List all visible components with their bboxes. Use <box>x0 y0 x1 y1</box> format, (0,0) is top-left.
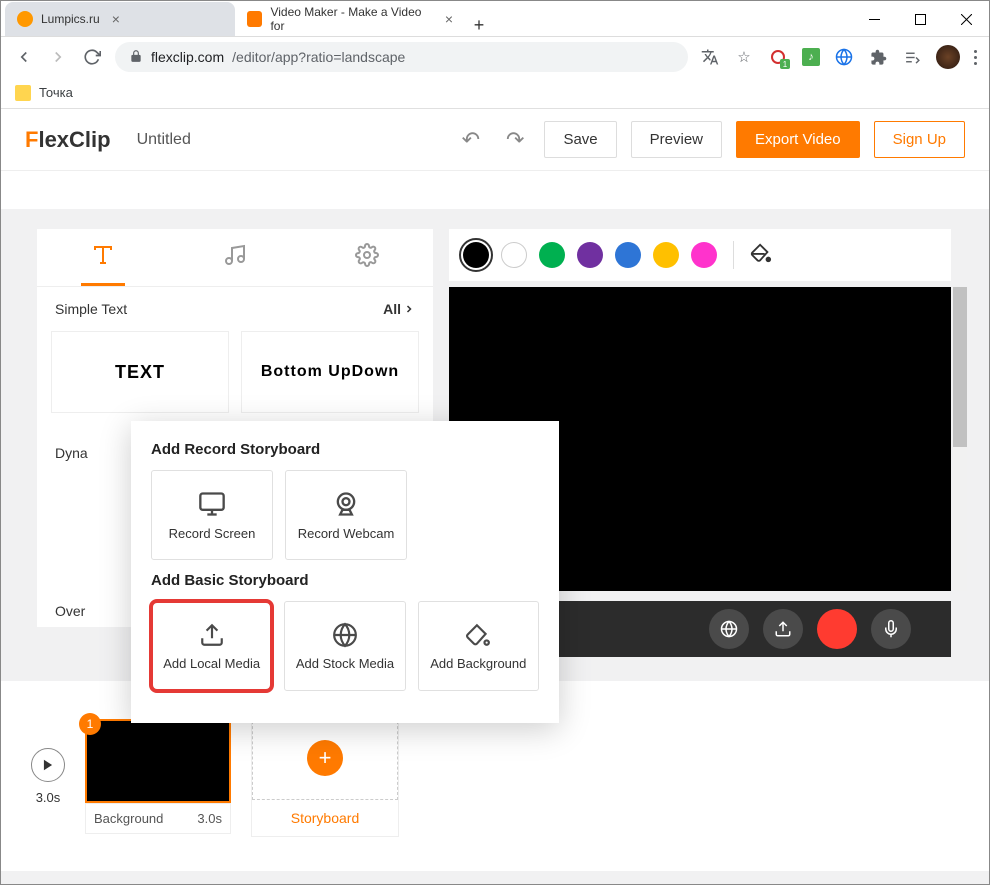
favicon-icon <box>17 11 33 27</box>
url-host: flexclip.com <box>151 49 224 65</box>
add-background-button[interactable]: Add Background <box>418 601 539 691</box>
redo-button[interactable]: ↷ <box>500 121 530 159</box>
total-duration: 3.0s <box>36 790 61 805</box>
clip-number-badge: 1 <box>79 713 101 735</box>
add-storyboard[interactable]: + Storyboard <box>251 715 399 837</box>
lock-icon <box>129 49 143 66</box>
save-button[interactable]: Save <box>544 121 616 158</box>
folder-icon <box>15 85 31 101</box>
tab-music[interactable] <box>195 231 275 285</box>
see-all-link[interactable]: All <box>383 301 415 317</box>
tab-settings[interactable] <box>327 231 407 285</box>
color-swatch[interactable] <box>501 242 527 268</box>
color-swatch[interactable] <box>615 242 641 268</box>
clip-name: Background <box>94 811 163 826</box>
timeline-clip[interactable]: 1 Background 3.0s <box>85 719 231 834</box>
fill-icon[interactable] <box>750 242 772 269</box>
star-icon[interactable]: ☆ <box>734 47 754 67</box>
url-path: /editor/app?ratio=landscape <box>232 49 405 65</box>
extension-icon[interactable]: ♪ <box>802 48 820 66</box>
add-local-media-button[interactable]: Add Local Media <box>151 601 272 691</box>
browser-tab[interactable]: Lumpics.ru × <box>5 2 235 36</box>
address-bar[interactable]: flexclip.com/editor/app?ratio=landscape <box>115 42 688 72</box>
close-tab-icon[interactable]: × <box>112 11 120 27</box>
maximize-button[interactable] <box>897 1 943 37</box>
color-swatch[interactable] <box>577 242 603 268</box>
plus-icon: + <box>307 740 343 776</box>
popup-heading: Add Record Storyboard <box>151 441 539 458</box>
new-tab-button[interactable]: + <box>465 15 493 36</box>
color-swatch[interactable] <box>653 242 679 268</box>
bookmark-item[interactable]: Точка <box>39 85 73 100</box>
export-button[interactable]: Export Video <box>736 121 860 158</box>
record-webcam-button[interactable]: Record Webcam <box>285 470 407 560</box>
close-tab-icon[interactable]: × <box>445 11 453 27</box>
storyboard-label: Storyboard <box>291 810 359 826</box>
color-swatch[interactable] <box>463 242 489 268</box>
scrollbar[interactable] <box>953 287 967 591</box>
mic-button[interactable] <box>871 609 911 649</box>
web-button[interactable] <box>709 609 749 649</box>
color-swatch[interactable] <box>539 242 565 268</box>
extensions-icon[interactable] <box>868 47 888 67</box>
reload-button[interactable] <box>81 46 103 68</box>
clip-duration: 3.0s <box>197 811 222 826</box>
profile-avatar[interactable] <box>936 45 960 69</box>
extension-icon[interactable]: 1 <box>768 47 788 67</box>
undo-button[interactable]: ↶ <box>456 121 486 159</box>
close-window-button[interactable] <box>943 1 989 37</box>
upload-button[interactable] <box>763 609 803 649</box>
add-stock-media-button[interactable]: Add Stock Media <box>284 601 405 691</box>
reading-list-icon[interactable] <box>902 47 922 67</box>
popup-heading: Add Basic Storyboard <box>151 572 539 589</box>
logo[interactable]: FlexClip <box>25 127 111 153</box>
favicon-icon <box>247 11 262 27</box>
menu-icon[interactable] <box>974 50 977 65</box>
play-button[interactable] <box>31 748 65 782</box>
project-name[interactable]: Untitled <box>137 131 191 149</box>
extension-icon[interactable] <box>834 47 854 67</box>
divider <box>733 241 734 269</box>
color-swatch[interactable] <box>691 242 717 268</box>
back-button[interactable] <box>13 46 35 68</box>
signup-button[interactable]: Sign Up <box>874 121 965 158</box>
tab-text[interactable] <box>63 231 143 285</box>
browser-tab[interactable]: Video Maker - Make a Video for × <box>235 2 465 36</box>
minimize-button[interactable] <box>851 1 897 37</box>
add-storyboard-popup: Add Record Storyboard Record Screen Reco… <box>131 421 559 723</box>
record-button[interactable] <box>817 609 857 649</box>
translate-icon[interactable] <box>700 47 720 67</box>
section-label: Simple Text <box>55 301 127 317</box>
text-preset[interactable]: TEXT <box>51 331 229 413</box>
tab-title: Video Maker - Make a Video for <box>270 5 432 33</box>
text-preset[interactable]: Bottom UpDown <box>241 331 419 413</box>
preview-button[interactable]: Preview <box>631 121 722 158</box>
forward-button[interactable] <box>47 46 69 68</box>
record-screen-button[interactable]: Record Screen <box>151 470 273 560</box>
tab-title: Lumpics.ru <box>41 12 100 26</box>
